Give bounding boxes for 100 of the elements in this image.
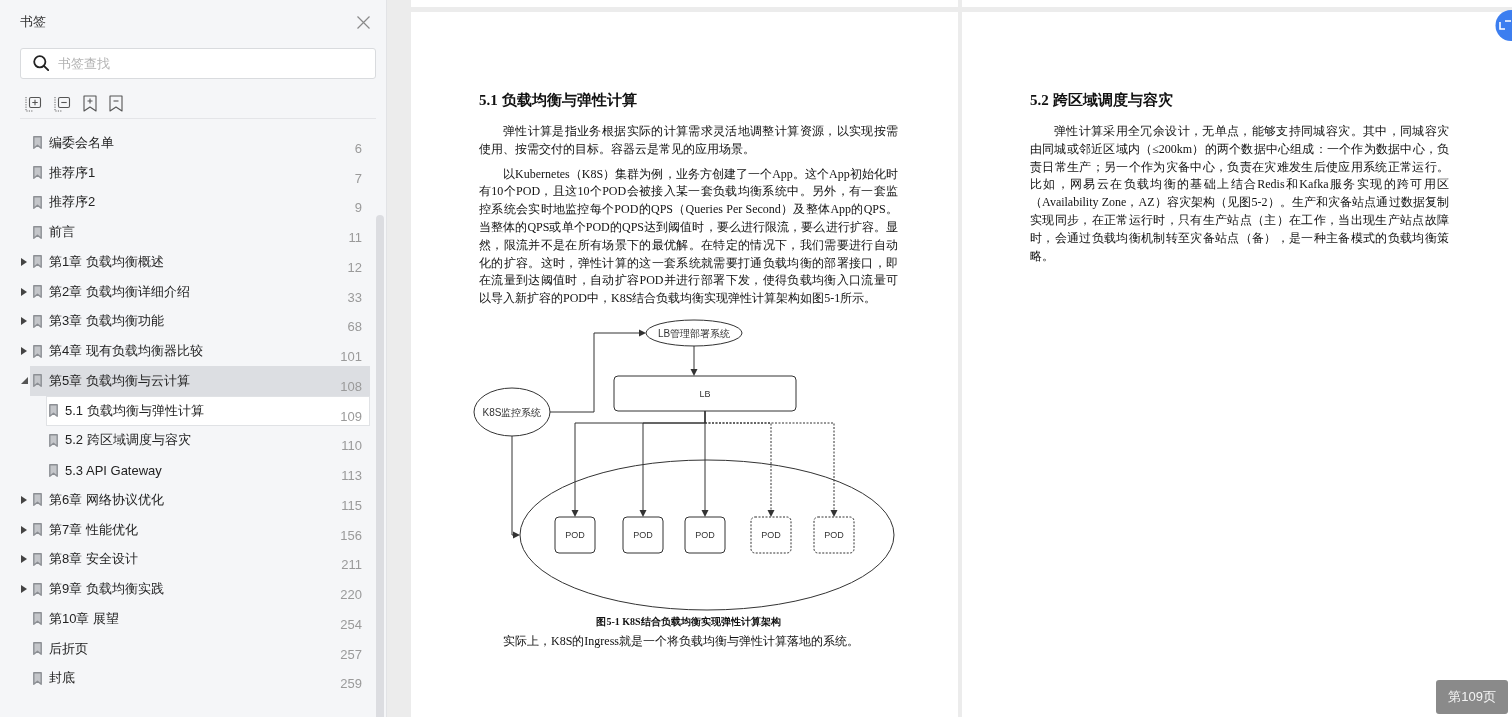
caret-icon[interactable] — [21, 347, 27, 356]
page-number: 7 — [354, 171, 362, 186]
page-number: 254 — [340, 617, 362, 632]
search-icon — [33, 55, 49, 71]
caret-icon[interactable] — [20, 377, 28, 385]
page-number: 115 — [341, 498, 362, 513]
bookmark-icon — [49, 463, 58, 477]
bookmark-icon — [33, 166, 42, 180]
bookmark-item[interactable]: 第5章 负载均衡与云计算 108 — [30, 366, 370, 396]
page-number: 9 — [354, 201, 362, 216]
bookmark-plus-icon[interactable] — [83, 95, 97, 112]
bookmark-label: 第9章 负载均衡实践 — [49, 580, 165, 599]
bookmark-icon — [33, 671, 42, 685]
bookmark-item[interactable]: 第2章 负载均衡详细介绍 33 — [30, 276, 370, 307]
minus-square-icon[interactable] — [54, 95, 71, 112]
bookmark-icon — [49, 404, 58, 418]
bookmark-label: 第4章 现有负载均衡器比较 — [49, 342, 204, 361]
bookmark-item[interactable]: 第10章 展望 254 — [30, 604, 370, 634]
bookmark-label: 封底 — [49, 669, 76, 688]
caret-icon[interactable] — [21, 555, 27, 564]
page-number: 11 — [348, 231, 362, 245]
page-number: 68 — [347, 320, 362, 335]
floating-button[interactable] — [1495, 10, 1512, 41]
bookmark-label: 第8章 安全设计 — [49, 550, 139, 569]
bookmark-item[interactable]: 5.3 API Gateway 113 — [46, 455, 370, 485]
bookmark-icon — [33, 642, 42, 656]
bookmark-item[interactable]: 第8章 安全设计 211 — [30, 544, 370, 575]
page-indicator: 第109页 — [1436, 680, 1508, 714]
bookmark-icon — [33, 612, 42, 626]
bookmark-item[interactable]: 第1章 负载均衡概述 12 — [30, 247, 370, 277]
bookmark-item[interactable]: 推荐序1 7 — [30, 157, 370, 188]
bookmark-item[interactable]: 第9章 负载均衡实践 220 — [30, 574, 370, 604]
bookmark-item[interactable]: 第7章 性能优化 156 — [30, 514, 370, 545]
bookmark-item[interactable]: 后折页 257 — [30, 633, 370, 664]
bookmark-label: 第6章 网络协议优化 — [49, 490, 165, 509]
bookmark-label: 5.1 负载均衡与弹性计算 — [65, 401, 205, 420]
bookmark-label: 推荐序1 — [49, 163, 97, 182]
bookmark-icon — [33, 314, 42, 328]
page-number: 110 — [341, 439, 362, 454]
bookmark-label: 后折页 — [49, 639, 89, 658]
section-heading: 5.1 负载均衡与弹性计算 — [479, 91, 638, 110]
body-paragraph: 实际上，K8S的Ingress就是一个将负载均衡与弹性计算落地的系统。 — [502, 632, 860, 650]
page-number: 211 — [341, 558, 362, 573]
bookmark-icon — [33, 195, 42, 209]
bookmark-item[interactable]: 第4章 现有负载均衡器比较 101 — [30, 336, 370, 366]
bookmark-item[interactable]: 第6章 网络协议优化 115 — [30, 485, 370, 515]
bookmark-icon — [33, 255, 42, 269]
bookmark-label: 第1章 负载均衡概述 — [49, 252, 165, 271]
connector-arrow — [690, 345, 698, 376]
pod-label: POD — [824, 529, 844, 540]
bookmark-item[interactable]: 第3章 负载均衡功能 68 — [30, 306, 370, 337]
figure-caption: 图5-1 K8S结合负载均衡实现弹性计算架构 — [595, 614, 782, 629]
bookmark-icon — [33, 374, 42, 388]
page-number: 156 — [340, 528, 362, 543]
search-field[interactable]: 书签查找 — [20, 48, 376, 79]
bookmark-label: 第3章 负载均衡功能 — [49, 312, 165, 331]
bookmark-icon — [49, 433, 58, 447]
bookmark-item[interactable]: 5.1 负载均衡与弹性计算 109 — [46, 395, 370, 426]
bookmark-icon — [33, 285, 42, 299]
bookmark-label: 编委会名单 — [49, 133, 115, 152]
page-number: 33 — [347, 290, 362, 305]
caret-icon[interactable] — [21, 287, 27, 296]
node-label: LB管理部署系统 — [657, 327, 731, 339]
body-paragraph: 弹性计算是指业务根据实际的计算需求灵活地调整计算资源，以实现按需使用、按需交付的目标。容器云是常见的应用场景。 — [479, 123, 898, 158]
bookmark-icon — [33, 552, 42, 566]
bookmark-icon — [33, 225, 42, 239]
sidebar-title: 书签 — [20, 13, 46, 31]
bookmark-item[interactable]: 推荐序2 9 — [30, 187, 370, 218]
node-label: LB — [699, 388, 711, 399]
page-number: 12 — [347, 260, 362, 275]
caret-icon[interactable] — [21, 525, 27, 534]
page-number: 101 — [340, 350, 362, 364]
bookmark-icon — [33, 523, 42, 537]
page-number: 259 — [340, 677, 362, 692]
page-number: 220 — [340, 588, 362, 602]
page-number: 6 — [354, 141, 362, 156]
node-label: K8S监控系统 — [482, 406, 542, 418]
bookmark-item[interactable]: 封底 259 — [30, 663, 370, 694]
pod-label: POD — [633, 529, 653, 540]
bookmark-icon — [33, 582, 42, 596]
page-number: 108 — [340, 379, 362, 394]
bookmark-item[interactable]: 编委会名单 6 — [30, 128, 370, 158]
bookmark-label: 5.2 跨区域调度与容灾 — [65, 431, 192, 450]
caret-icon[interactable] — [21, 585, 27, 594]
bookmark-label: 前言 — [49, 223, 76, 242]
page-number: 109 — [340, 409, 362, 424]
caret-icon[interactable] — [21, 317, 27, 326]
bookmark-item[interactable]: 5.2 跨区域调度与容灾 110 — [46, 425, 370, 456]
bookmark-label: 推荐序2 — [49, 193, 97, 212]
caret-icon[interactable] — [21, 257, 27, 266]
plus-square-icon[interactable] — [25, 95, 42, 112]
bookmark-item[interactable]: 前言 11 — [30, 217, 370, 247]
bookmark-minus-icon[interactable] — [109, 95, 123, 112]
caret-icon[interactable] — [21, 495, 27, 504]
close-icon[interactable] — [357, 15, 370, 29]
page-number: 113 — [341, 469, 362, 483]
scrollbar-thumb[interactable] — [376, 215, 384, 717]
bookmark-label: 第10章 展望 — [49, 609, 121, 628]
bookmark-icon — [33, 344, 42, 358]
section-heading: 5.2 跨区域调度与容灾 — [1030, 91, 1174, 110]
